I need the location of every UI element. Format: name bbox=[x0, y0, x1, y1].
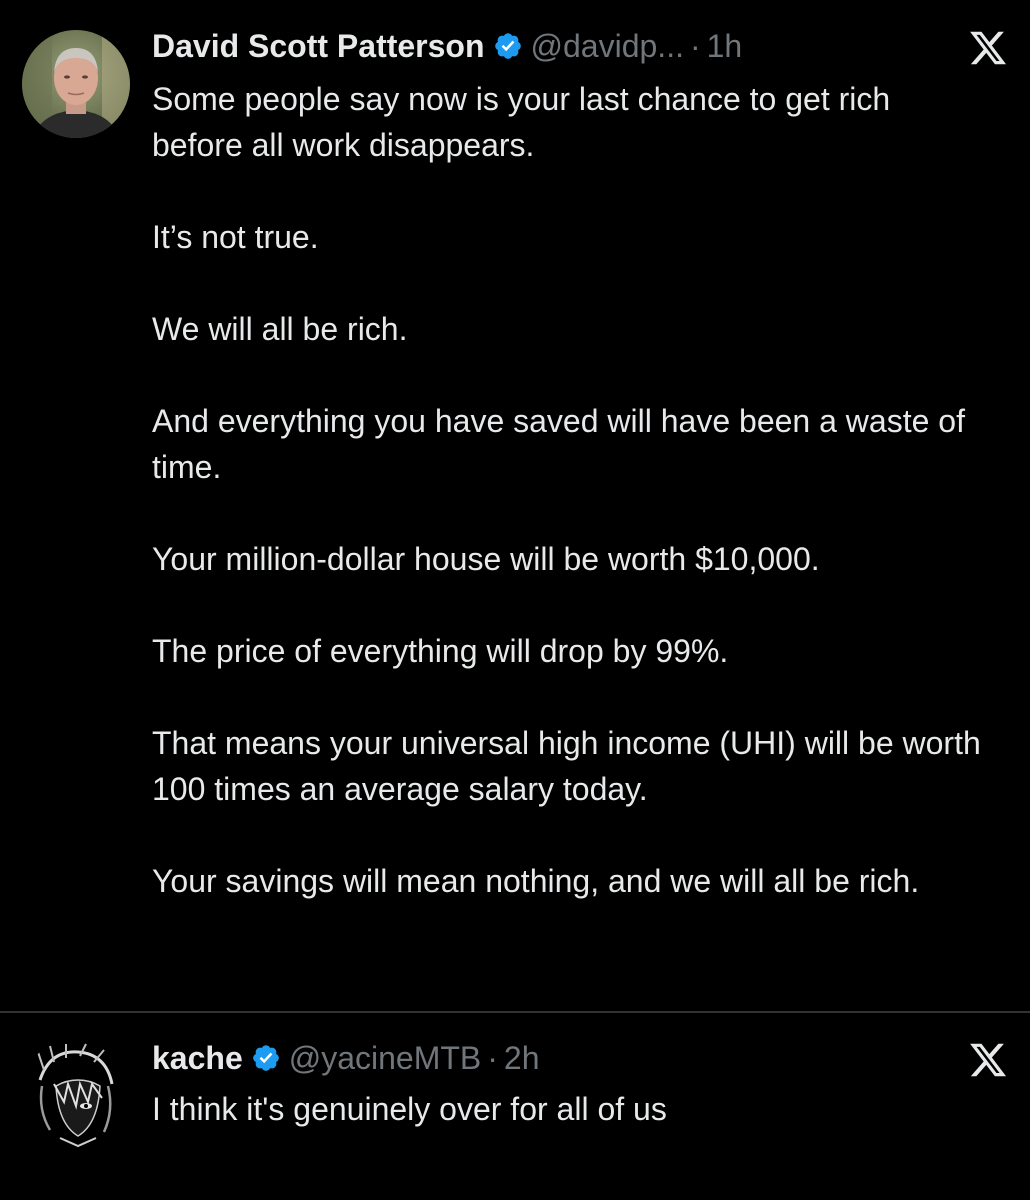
author-handle[interactable]: @yacineMTB bbox=[289, 1040, 482, 1077]
post-paragraph: Some people say now is your last chance … bbox=[152, 81, 891, 163]
post-paragraph: The price of everything will drop by 99%… bbox=[152, 633, 729, 669]
author-name[interactable]: David Scott Patterson bbox=[152, 28, 485, 65]
post-paragraph: It’s not true. bbox=[152, 219, 319, 255]
verified-badge-icon bbox=[251, 1043, 281, 1073]
post-header: David Scott Patterson @davidp... · 1h bbox=[152, 26, 742, 66]
post-timestamp[interactable]: 2h bbox=[504, 1040, 540, 1077]
post-paragraph: Your million-dollar house will be worth … bbox=[152, 541, 820, 577]
post-paragraph: And everything you have saved will have … bbox=[152, 403, 965, 485]
verified-badge-icon bbox=[493, 31, 523, 61]
post-paragraph: That means your universal high income (U… bbox=[152, 725, 981, 807]
avatar-photo bbox=[22, 30, 130, 138]
post-paragraph: I think it's genuinely over for all of u… bbox=[152, 1091, 667, 1127]
separator-dot: · bbox=[689, 27, 701, 64]
x-logo-icon[interactable] bbox=[968, 28, 1008, 68]
avatar[interactable] bbox=[22, 30, 130, 138]
avatar[interactable] bbox=[20, 1040, 128, 1148]
x-logo-icon[interactable] bbox=[968, 1040, 1008, 1080]
post-timestamp[interactable]: 1h bbox=[707, 28, 743, 65]
post-paragraph: Your savings will mean nothing, and we w… bbox=[152, 863, 920, 899]
post-text: I think it's genuinely over for all of u… bbox=[152, 1086, 982, 1132]
separator-dot: · bbox=[487, 1039, 498, 1076]
author-name[interactable]: kache bbox=[152, 1040, 243, 1077]
post-paragraph: We will all be rich. bbox=[152, 311, 408, 347]
post-header: kache @yacineMTB · 2h bbox=[152, 1038, 540, 1078]
avatar-sketch bbox=[20, 1040, 128, 1148]
post-david-scott-patterson[interactable]: David Scott Patterson @davidp... · 1h So… bbox=[0, 0, 1030, 1012]
author-handle[interactable]: @davidp... bbox=[531, 28, 684, 65]
post-text: Some people say now is your last chance … bbox=[152, 76, 982, 904]
